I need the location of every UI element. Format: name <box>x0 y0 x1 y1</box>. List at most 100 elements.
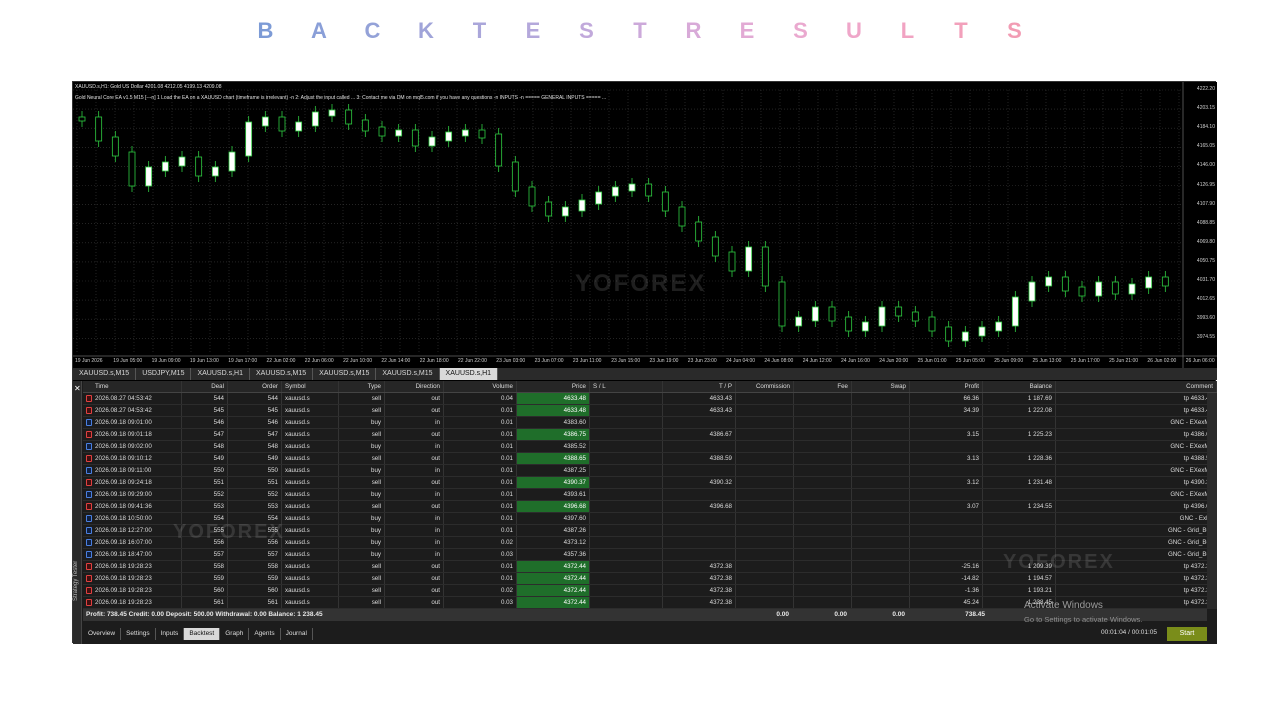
symbol-tab[interactable]: XAUUSD.s,M15 <box>313 368 377 380</box>
tester-tab-agents[interactable]: Agents <box>249 628 281 640</box>
cell-type: buy <box>339 489 385 500</box>
cell-time: 2026.09.18 09:41:36 <box>83 501 182 512</box>
cell-cmt: GNC - Grid_Buy <box>1056 525 1217 536</box>
column-header[interactable]: Swap <box>852 381 910 392</box>
column-header[interactable]: Symbol <box>282 381 339 392</box>
column-header[interactable]: Balance <box>983 381 1056 392</box>
cell-price: 4372.44 <box>517 561 590 572</box>
column-header[interactable]: Comment <box>1056 381 1217 392</box>
tester-tab-graph[interactable]: Graph <box>220 628 250 640</box>
table-row[interactable]: 2026.09.18 09:10:12 549 549 xauusd.s sell out… <box>83 453 1217 465</box>
cell-deal: 546 <box>182 417 228 428</box>
cell-symbol: xauusd.s <box>282 477 339 488</box>
cell-symbol: xauusd.s <box>282 465 339 476</box>
tester-tabs: Overview Settings Inputs Backtest Graph Agent… <box>83 627 1217 641</box>
cell-empty <box>736 501 794 512</box>
summary-text: Profit: 738.45 Credit: 0.00 Deposit: 500… <box>86 611 323 618</box>
cell-dir: in <box>385 537 444 548</box>
column-header[interactable]: Deal <box>182 381 228 392</box>
table-scrollbar[interactable] <box>1207 393 1217 609</box>
cell-cmt: tp 4388.59 <box>1056 453 1217 464</box>
column-header[interactable]: Time <box>83 381 182 392</box>
tester-tab-inputs[interactable]: Inputs <box>156 628 185 640</box>
table-row[interactable]: 2026.09.18 09:11:00 550 550 xauusd.s buy in 0.… <box>83 465 1217 477</box>
price-chart[interactable]: XAUUSD.s,H1: Gold US Dollar 4201.08 4212… <box>73 82 1217 368</box>
column-header[interactable]: T / P <box>663 381 736 392</box>
sell-deal-icon <box>86 575 92 582</box>
title-letter: T <box>954 18 968 43</box>
time-tick-label: 22 Jun 14:00 <box>381 358 411 364</box>
table-row[interactable]: 2026.09.18 19:28:23 559 559 xauusd.s sell out… <box>83 573 1217 585</box>
cell-symbol: xauusd.s <box>282 453 339 464</box>
tester-tab-journal[interactable]: Journal <box>281 628 313 640</box>
cell-profit: 3.15 <box>910 429 983 440</box>
table-row[interactable]: 2026.09.18 09:01:00 546 546 xauusd.s buy in 0.… <box>83 417 1217 429</box>
candle-body <box>345 109 353 125</box>
cell-dir: in <box>385 417 444 428</box>
cell-deal: 559 <box>182 573 228 584</box>
close-icon[interactable]: ✕ <box>74 384 81 393</box>
column-header[interactable]: Profit <box>910 381 983 392</box>
table-watermark-right: YOFOREX <box>1003 551 1115 573</box>
table-row[interactable]: 2026.09.18 09:41:36 553 553 xauusd.s sell out… <box>83 501 1217 513</box>
table-row[interactable]: 2026.08.27 04:53:42 545 545 xauusd.s sell out… <box>83 405 1217 417</box>
column-header[interactable]: Price <box>517 381 590 392</box>
cell-price: 4372.44 <box>517 573 590 584</box>
candle-body <box>1161 276 1169 287</box>
price-tick-label: 4031.70 <box>1196 277 1215 283</box>
cell-order: 552 <box>228 489 282 500</box>
start-button[interactable]: Start <box>1167 627 1207 641</box>
table-row[interactable]: 2026.09.18 09:29:00 552 552 xauusd.s buy in 0.… <box>83 489 1217 501</box>
cell-bal <box>983 513 1056 524</box>
cell-profit <box>910 537 983 548</box>
tester-tab-overview[interactable]: Overview <box>83 628 122 640</box>
cell-profit <box>910 417 983 428</box>
cell-symbol: xauusd.s <box>282 429 339 440</box>
symbol-tab[interactable]: XAUUSD.s,M15 <box>376 368 440 380</box>
symbol-tab[interactable]: XAUUSD.s,M15 <box>73 368 137 380</box>
symbol-tab[interactable]: XAUUSD.s,H1 <box>439 368 499 380</box>
candle-body <box>545 201 553 217</box>
table-row[interactable]: 2026.09.18 09:01:18 547 547 xauusd.s sell out… <box>83 429 1217 441</box>
cell-type: sell <box>339 585 385 596</box>
table-row[interactable]: 2026.08.27 04:53:42 544 544 xauusd.s sell out… <box>83 393 1217 405</box>
cell-price: 4387.25 <box>517 465 590 476</box>
tester-tab-backtest[interactable]: Backtest <box>184 628 221 640</box>
cell-cmt: tp 4372.38 <box>1056 585 1217 596</box>
candle-body <box>911 311 919 322</box>
column-header[interactable]: S / L <box>590 381 663 392</box>
table-row[interactable]: 2026.09.18 09:02:00 548 548 xauusd.s buy in 0.… <box>83 441 1217 453</box>
table-row[interactable]: 2026.09.18 19:28:23 560 560 xauusd.s sell out… <box>83 585 1217 597</box>
table-row[interactable]: 2026.09.18 09:24:18 551 551 xauusd.s sell out… <box>83 477 1217 489</box>
cell-time: 2026.09.18 16:07:00 <box>83 537 182 548</box>
column-header[interactable]: Volume <box>444 381 517 392</box>
cell-bal: 1 193.21 <box>983 585 1056 596</box>
symbol-tab[interactable]: USDJPY,M15 <box>136 368 192 380</box>
column-header[interactable]: Fee <box>794 381 852 392</box>
cell-type: buy <box>339 525 385 536</box>
sell-deal-icon <box>86 503 92 510</box>
symbol-tab[interactable]: XAUUSD.s,M15 <box>250 368 314 380</box>
cell-empty <box>852 585 910 596</box>
candle-body <box>1028 281 1036 302</box>
cell-time: 2026.09.18 19:28:23 <box>83 573 182 584</box>
column-header[interactable]: Direction <box>385 381 444 392</box>
time-tick-label: 19 Jun 13:00 <box>189 358 219 364</box>
cell-time-text: 2026.09.18 19:28:23 <box>95 562 152 570</box>
column-header[interactable]: Order <box>228 381 282 392</box>
candle-body <box>761 246 769 287</box>
activate-windows-title: Activate Windows <box>1024 600 1103 611</box>
tester-tab-settings[interactable]: Settings <box>121 628 156 640</box>
column-header[interactable]: Commission <box>736 381 794 392</box>
candle-body <box>945 326 953 342</box>
symbol-tab[interactable]: XAUUSD.s,H1 <box>191 368 250 380</box>
candle-body <box>311 111 319 127</box>
cell-type: sell <box>339 573 385 584</box>
column-header[interactable]: Type <box>339 381 385 392</box>
time-tick-label: 25 Jun 05:00 <box>955 358 985 364</box>
candle-body <box>711 236 719 257</box>
cell-empty <box>736 585 794 596</box>
cell-empty <box>794 453 852 464</box>
cell-sl <box>590 405 663 416</box>
cell-empty <box>852 489 910 500</box>
